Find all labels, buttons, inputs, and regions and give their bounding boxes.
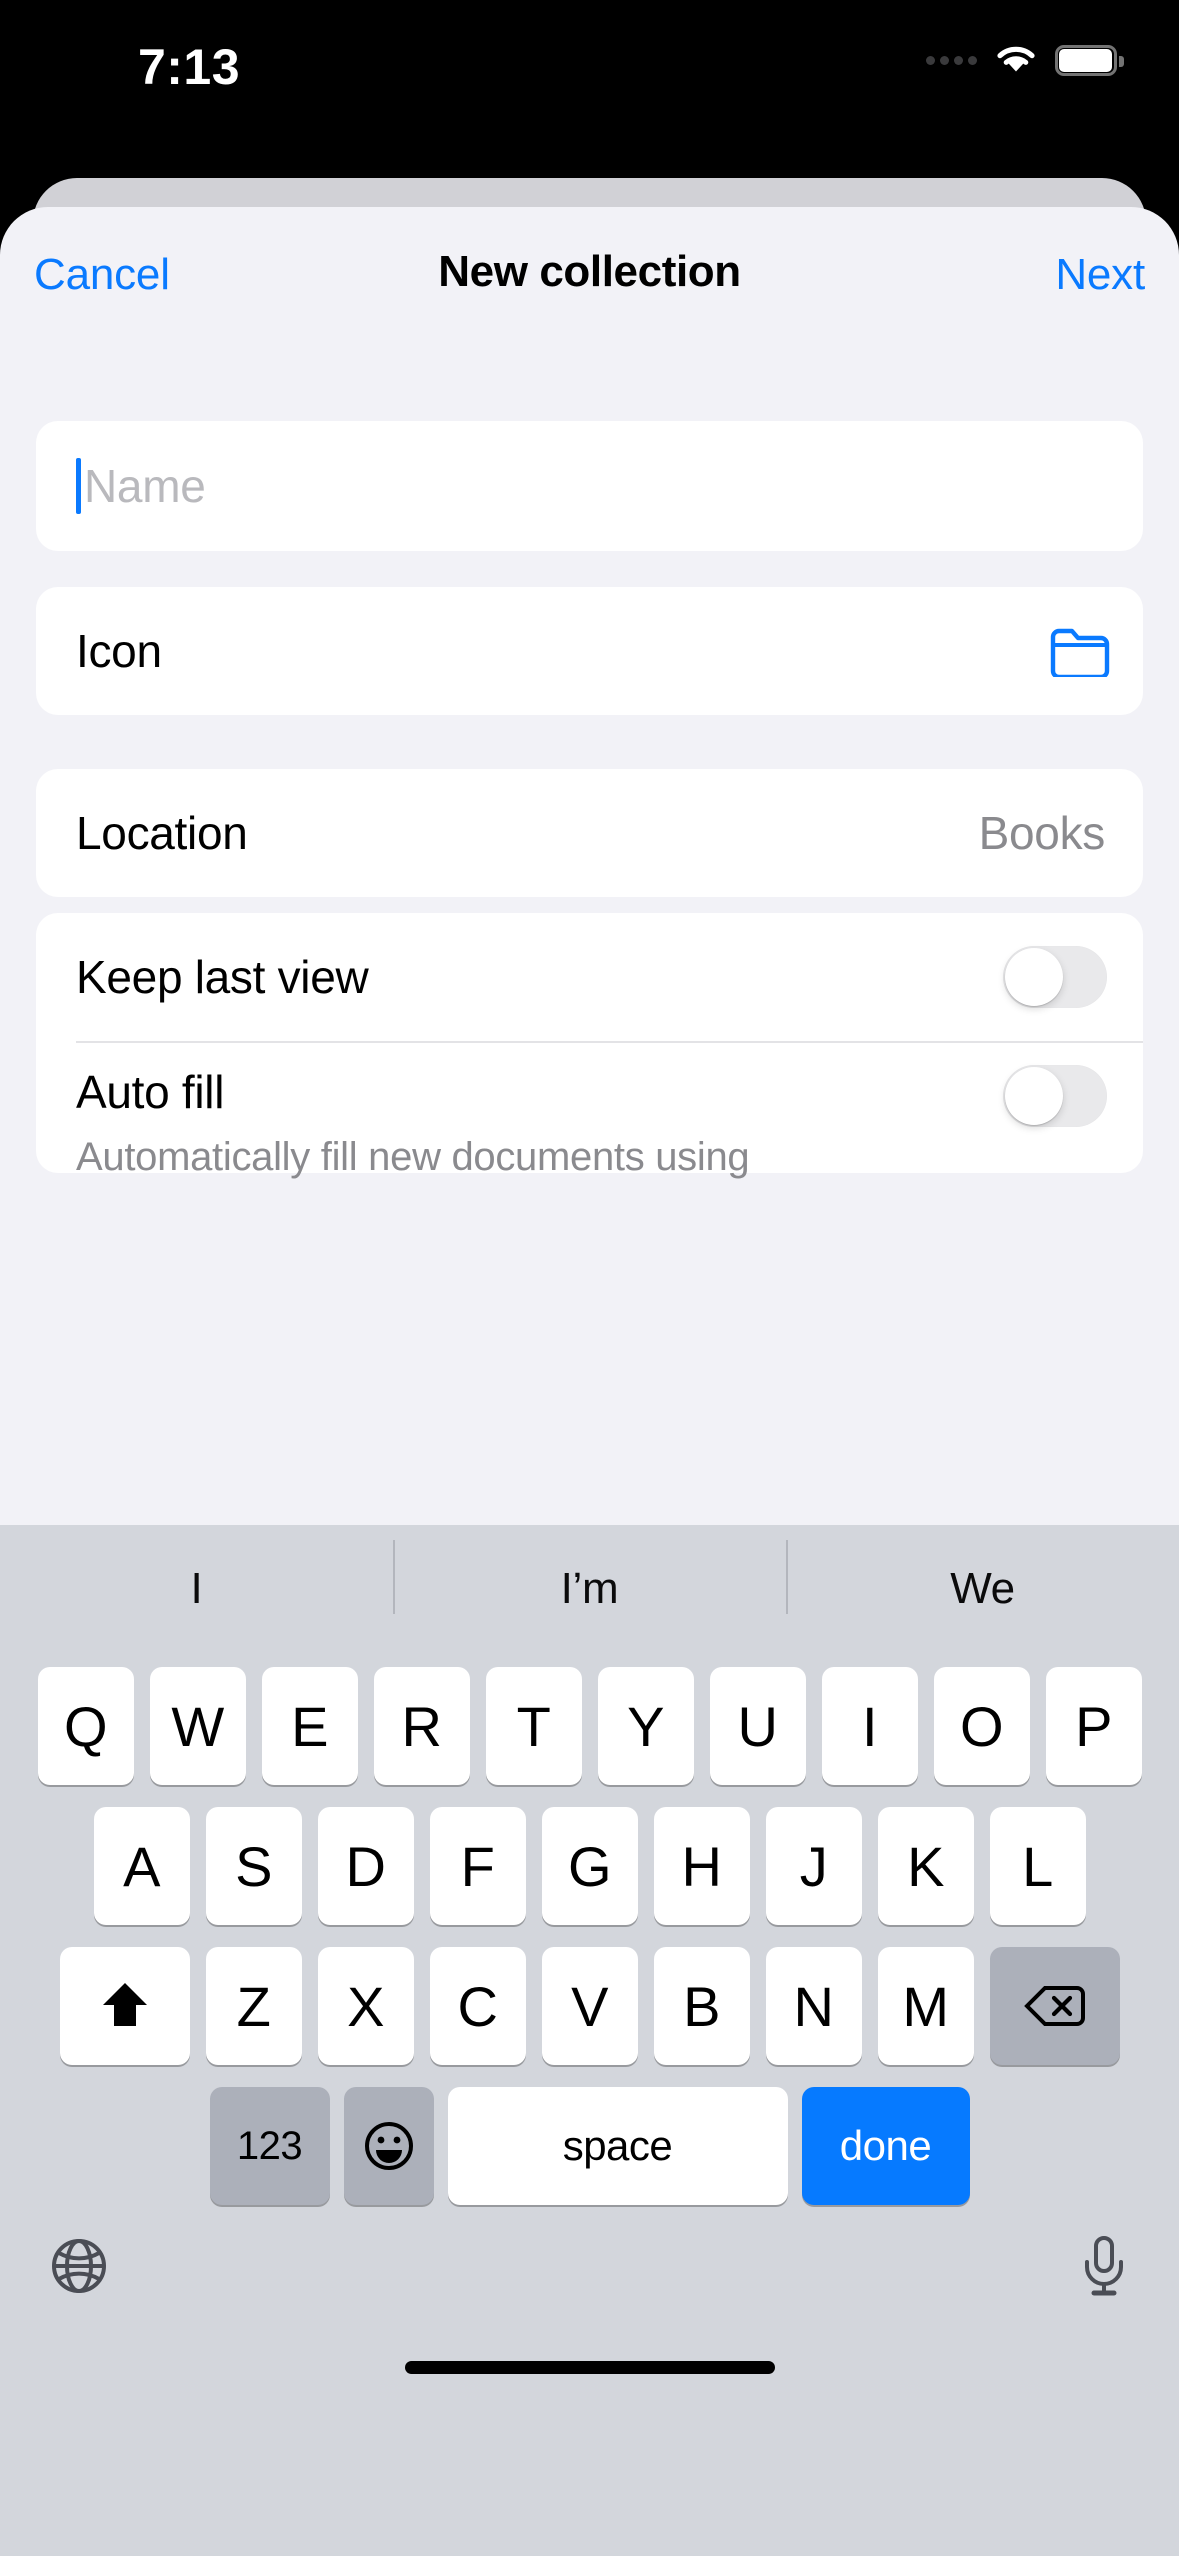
wifi-icon	[997, 46, 1035, 72]
auto-fill-description: Automatically fill new documents using	[76, 1135, 750, 1179]
folder-icon[interactable]	[1049, 625, 1111, 677]
key-g[interactable]: G	[541, 1807, 638, 1925]
globe-icon[interactable]	[50, 2237, 108, 2295]
return-done-key[interactable]: done	[801, 2087, 970, 2205]
key-l[interactable]: L	[989, 1807, 1086, 1925]
toggle-knob	[1005, 948, 1063, 1006]
location-row-value: Books	[978, 807, 1106, 859]
keyboard-row-2: A S D F G H J K L	[0, 1807, 1179, 1925]
keyboard-row-1: Q W E R T Y U I O P	[0, 1667, 1179, 1785]
name-input-placeholder: Name	[84, 460, 206, 512]
location-row[interactable]: Location Books	[36, 769, 1143, 897]
icon-row-card[interactable]: Icon	[36, 587, 1143, 715]
microphone-icon[interactable]	[1081, 2235, 1127, 2297]
next-button[interactable]: Next	[1055, 250, 1145, 300]
page-title: New collection	[438, 247, 741, 296]
name-field-card[interactable]: Name	[36, 421, 1143, 551]
delete-key[interactable]	[989, 1947, 1120, 2065]
keyboard-row-3: Z X C V B N M	[0, 1947, 1179, 2065]
key-y[interactable]: Y	[597, 1667, 694, 1785]
location-row-card[interactable]: Location Books	[36, 769, 1143, 897]
suggestion-1[interactable]: I’m	[393, 1540, 786, 1614]
numbers-key[interactable]: 123	[209, 2087, 330, 2205]
key-i[interactable]: I	[821, 1667, 918, 1785]
key-e[interactable]: E	[261, 1667, 358, 1785]
shift-up-arrow-icon	[102, 1983, 147, 2026]
key-f[interactable]: F	[429, 1807, 526, 1925]
key-z[interactable]: Z	[205, 1947, 302, 2065]
space-key[interactable]: space	[447, 2087, 788, 2205]
location-row-label: Location	[76, 807, 248, 859]
auto-fill-label: Auto fill	[76, 1066, 225, 1118]
emoji-smiley-icon	[364, 2122, 413, 2170]
sheet-navigation-bar: Cancel New collection Next	[0, 207, 1179, 357]
key-w[interactable]: W	[149, 1667, 246, 1785]
predictive-suggestion-bar: I I’m We	[0, 1525, 1179, 1653]
shift-key[interactable]	[59, 1947, 190, 2065]
key-o[interactable]: O	[933, 1667, 1030, 1785]
auto-fill-row[interactable]: Auto fill Automatically fill new documen…	[36, 1041, 1143, 1179]
key-r[interactable]: R	[373, 1667, 470, 1785]
toggle-knob	[1005, 1067, 1063, 1125]
icon-row-label: Icon	[76, 625, 162, 677]
keyboard-bottom-bar	[0, 2205, 1179, 2400]
key-t[interactable]: T	[485, 1667, 582, 1785]
keyboard-row-4: 123 space done	[0, 2087, 1179, 2205]
key-u[interactable]: U	[709, 1667, 806, 1785]
battery-icon	[1055, 44, 1124, 76]
iphone-screen: 7:13 Cancel New collection Next Name Ico…	[0, 0, 1179, 2556]
key-p[interactable]: P	[1045, 1667, 1142, 1785]
suggestion-2[interactable]: We	[786, 1540, 1179, 1614]
key-m[interactable]: M	[877, 1947, 974, 2065]
suggestion-0[interactable]: I	[0, 1564, 393, 1614]
emoji-key[interactable]	[343, 2087, 434, 2205]
key-x[interactable]: X	[317, 1947, 414, 2065]
icon-row[interactable]: Icon	[36, 587, 1143, 715]
delete-backspace-icon	[1023, 1986, 1085, 2026]
status-bar-indicators	[926, 44, 1124, 76]
cellular-dots-icon	[926, 55, 977, 65]
key-h[interactable]: H	[653, 1807, 750, 1925]
key-b[interactable]: B	[653, 1947, 750, 2065]
key-d[interactable]: D	[317, 1807, 414, 1925]
auto-fill-toggle[interactable]	[1003, 1065, 1107, 1127]
key-s[interactable]: S	[205, 1807, 302, 1925]
key-k[interactable]: K	[877, 1807, 974, 1925]
home-indicator	[404, 2361, 775, 2374]
text-cursor-icon	[76, 458, 81, 514]
name-input[interactable]: Name	[76, 421, 206, 551]
key-q[interactable]: Q	[37, 1667, 134, 1785]
key-a[interactable]: A	[93, 1807, 190, 1925]
options-card: Keep last view Auto fill Automatically f…	[36, 913, 1143, 1179]
key-n[interactable]: N	[765, 1947, 862, 2065]
keep-last-view-row[interactable]: Keep last view	[36, 913, 1143, 1041]
key-v[interactable]: V	[541, 1947, 638, 2065]
key-c[interactable]: C	[429, 1947, 526, 2065]
keep-last-view-toggle[interactable]	[1003, 946, 1107, 1008]
key-j[interactable]: J	[765, 1807, 862, 1925]
keep-last-view-label: Keep last view	[76, 951, 369, 1003]
software-keyboard: I I’m We Q W E R T Y U I O P A S D F G H…	[0, 1525, 1179, 2556]
status-bar: 7:13	[0, 0, 1179, 178]
status-bar-time: 7:13	[137, 39, 241, 95]
